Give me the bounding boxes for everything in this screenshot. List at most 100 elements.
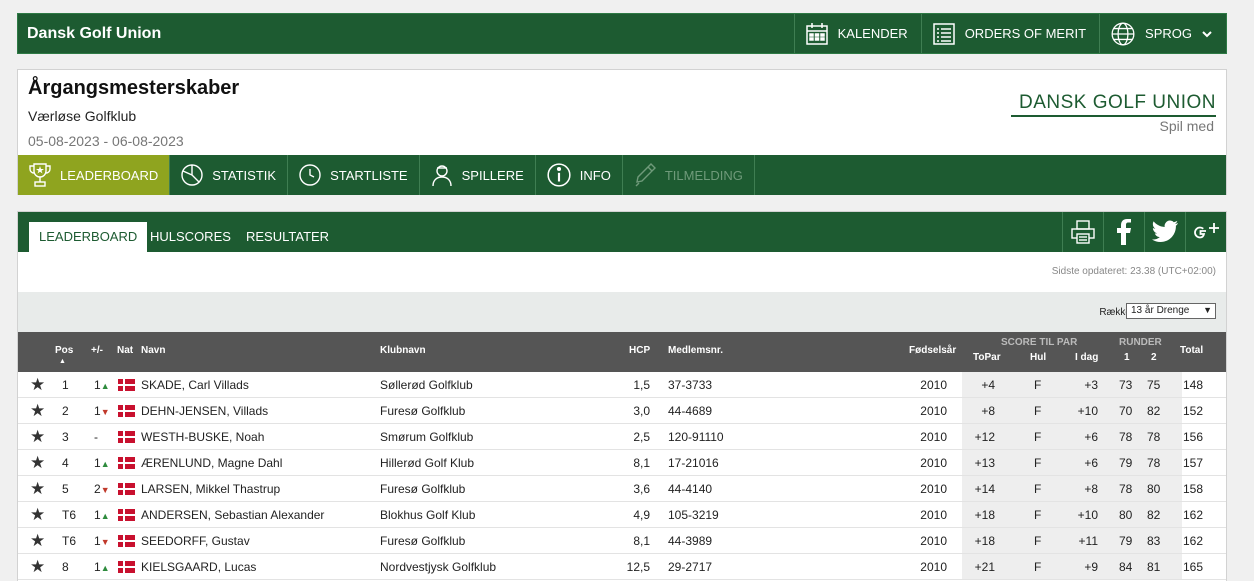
table-row[interactable]: ★ 2 1▼ DEHN-JENSEN, Villads Furesø Golfklub 3… xyxy=(18,398,1226,424)
table-row[interactable]: ★ T6 1▲ ANDERSEN, Sebastian Alexander Blokhu… xyxy=(18,502,1226,528)
nav-sprog-label: SPROG xyxy=(1145,26,1192,41)
row-player-name[interactable]: WESTH-BUSKE, Noah xyxy=(141,430,264,444)
table-row[interactable]: ★ 8 1▲ KIELSGAARD, Lucas Nordvestjysk Golfkl… xyxy=(18,554,1226,580)
row-pos: T6 xyxy=(62,534,77,548)
subtab-leaderboard[interactable]: LEADERBOARD xyxy=(29,222,148,252)
event-dates: 05-08-2023 - 06-08-2023 xyxy=(28,133,184,149)
favorite-star-icon[interactable]: ★ xyxy=(30,479,45,499)
facebook-button[interactable] xyxy=(1103,212,1144,252)
favorite-star-icon[interactable]: ★ xyxy=(30,453,45,473)
info-icon xyxy=(547,163,571,187)
denmark-flag-icon xyxy=(118,431,135,443)
print-button[interactable] xyxy=(1062,212,1103,252)
col-born[interactable]: Fødselsår xyxy=(909,345,956,356)
row-hul: F xyxy=(1034,404,1042,418)
col-name[interactable]: Navn xyxy=(141,345,165,356)
row-round-1: 78 xyxy=(1119,482,1133,496)
row-member: 29-2717 xyxy=(668,560,713,574)
google-plus-icon xyxy=(1194,223,1219,239)
tab-spillere[interactable]: SPILLERE xyxy=(420,155,536,195)
row-change-value: 1 xyxy=(94,456,101,470)
row-player-name[interactable]: SEEDORFF, Gustav xyxy=(141,534,250,548)
row-round-2: 82 xyxy=(1147,508,1161,522)
row-today: +9 xyxy=(1084,560,1098,574)
col-round-2[interactable]: 2 xyxy=(1151,352,1157,363)
row-player-name[interactable]: LARSEN, Mikkel Thastrup xyxy=(141,482,280,496)
tab-tilmelding-label: TILMELDING xyxy=(664,167,743,183)
table-row[interactable]: ★ 5 2▼ LARSEN, Mikkel Thastrup Furesø Golfkl… xyxy=(18,476,1226,502)
nav-kalender[interactable]: KALENDER xyxy=(793,14,921,53)
col-change: +/- xyxy=(91,345,103,356)
row-round-1: 70 xyxy=(1119,404,1133,418)
favorite-star-icon[interactable]: ★ xyxy=(30,531,45,551)
tab-info[interactable]: INFO xyxy=(536,155,623,195)
subtab-resultater[interactable]: RESULTATER xyxy=(236,222,339,252)
favorite-star-icon[interactable]: ★ xyxy=(30,557,45,577)
logo-name: DANSK GOLF UNION xyxy=(1019,92,1216,113)
row-change-value: 1 xyxy=(94,534,101,548)
class-select[interactable]: 13 år Drenge ▼ xyxy=(1126,303,1216,319)
tab-leaderboard-label: LEADERBOARD xyxy=(60,167,159,183)
favorite-star-icon[interactable]: ★ xyxy=(30,505,45,525)
row-pos: 4 xyxy=(62,456,69,470)
favorite-star-icon[interactable]: ★ xyxy=(30,375,45,395)
printer-icon xyxy=(1071,220,1095,244)
favorite-star-icon[interactable]: ★ xyxy=(30,427,45,447)
row-round-1: 80 xyxy=(1119,508,1133,522)
twitter-button[interactable] xyxy=(1144,212,1185,252)
tab-startliste[interactable]: STARTLISTE xyxy=(288,155,420,195)
row-change: 1▲ xyxy=(94,456,110,470)
row-hul: F xyxy=(1034,456,1042,470)
brand-title[interactable]: Dansk Golf Union xyxy=(27,25,161,43)
row-hcp: 2,5 xyxy=(633,430,650,444)
col-nat: Nat xyxy=(117,345,134,356)
col-today[interactable]: I dag xyxy=(1075,352,1098,363)
event-panel: Årgangsmesterskaber Værløse Golfklub 05-… xyxy=(17,69,1227,195)
col-pos[interactable]: Pos xyxy=(55,345,73,356)
col-hcp[interactable]: HCP xyxy=(629,345,650,356)
row-round-2: 75 xyxy=(1147,378,1161,392)
row-change: 1▲ xyxy=(94,378,110,392)
globe-icon xyxy=(1111,22,1135,45)
col-round-1[interactable]: 1 xyxy=(1124,352,1130,363)
chevron-down-icon xyxy=(1202,30,1212,37)
col-total[interactable]: Total xyxy=(1180,345,1203,356)
col-topar[interactable]: ToPar xyxy=(973,352,1001,363)
top-nav: KALENDER ORDERS OF MERIT SPROG xyxy=(793,14,1226,53)
row-topar: +4 xyxy=(981,378,995,392)
row-club: Furesø Golfklub xyxy=(380,404,466,418)
google-plus-button[interactable] xyxy=(1185,212,1226,252)
nav-orders-of-merit[interactable]: ORDERS OF MERIT xyxy=(920,14,1099,53)
movement-arrow-icon: ▲ xyxy=(100,459,110,469)
table-row[interactable]: ★ T6 1▼ SEEDORFF, Gustav Furesø Golfklub 8,1 4… xyxy=(18,528,1226,554)
tab-leaderboard[interactable]: LEADERBOARD xyxy=(18,155,171,195)
table-row[interactable]: ★ 1 1▲ SKADE, Carl Villads Søllerød Golfklub… xyxy=(18,372,1226,398)
dgu-logo[interactable]: DANSK GOLF UNION Spil med xyxy=(1006,92,1216,134)
row-hcp: 3,0 xyxy=(633,404,650,418)
row-change: 1▼ xyxy=(94,404,110,418)
subtab-hulscores[interactable]: HULSCORES xyxy=(140,222,241,252)
row-player-name[interactable]: ÆRENLUND, Magne Dahl xyxy=(141,456,282,470)
tab-startliste-label: STARTLISTE xyxy=(330,167,408,183)
row-hul: F xyxy=(1034,482,1042,496)
denmark-flag-icon xyxy=(118,483,135,495)
nav-sprog[interactable]: SPROG xyxy=(1099,14,1226,53)
movement-arrow-icon: ▲ xyxy=(100,511,110,521)
tab-statistik[interactable]: STATISTIK xyxy=(170,155,289,195)
tab-tilmelding: TILMELDING xyxy=(623,155,755,195)
denmark-flag-icon xyxy=(118,561,135,573)
row-player-name[interactable]: SKADE, Carl Villads xyxy=(141,378,249,392)
table-row[interactable]: ★ 4 1▲ ÆRENLUND, Magne Dahl Hillerød Golf Kl… xyxy=(18,450,1226,476)
row-change: 1▼ xyxy=(94,534,110,548)
table-row[interactable]: ★ 3 - WESTH-BUSKE, Noah Smørum Golfklub 2,5 12… xyxy=(18,424,1226,450)
favorite-star-icon[interactable]: ★ xyxy=(30,401,45,421)
row-club: Furesø Golfklub xyxy=(380,534,466,548)
col-club[interactable]: Klubnavn xyxy=(380,345,426,356)
row-change: - xyxy=(94,430,98,444)
row-member: 44-4140 xyxy=(668,482,713,496)
row-topar: +18 xyxy=(974,534,995,548)
row-player-name[interactable]: ANDERSEN, Sebastian Alexander xyxy=(141,508,324,522)
row-player-name[interactable]: DEHN-JENSEN, Villads xyxy=(141,404,268,418)
row-player-name[interactable]: KIELSGAARD, Lucas xyxy=(141,560,256,574)
row-born: 2010 xyxy=(920,378,947,392)
